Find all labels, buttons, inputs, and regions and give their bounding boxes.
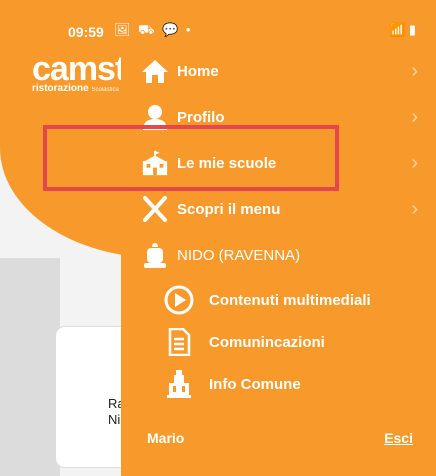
- person-icon: [141, 103, 169, 131]
- status-bar: 09:59 🖼 ⛟ 💬 • 📶 ▮: [0, 0, 436, 44]
- drawer-item-label: Profilo: [177, 108, 225, 126]
- background-panel: [0, 258, 60, 476]
- town-hall-icon: [164, 369, 194, 399]
- drawer-item-label: Scopri il menu: [177, 200, 281, 218]
- notification-icons: 🖼 ⛟ 💬 •: [114, 22, 193, 37]
- navigation-drawer: Home › Profilo › Le mie scuole › Scopri …: [121, 44, 436, 476]
- logo-sub-text: ristorazione: [32, 83, 89, 94]
- logo-sub-small: Scolastica: [91, 87, 119, 93]
- camst-logo-sub: ristorazione Scolastica: [32, 83, 119, 94]
- sub-item-contenuti-multimediali[interactable]: Contenuti multimediali: [121, 280, 436, 320]
- drawer-item-label: Le mie scuole: [177, 154, 277, 172]
- school-icon: [141, 149, 169, 177]
- sub-item-label: Info Comune: [209, 375, 301, 393]
- school-label: NIDO (RAVENNA): [177, 246, 301, 264]
- sub-item-comunicazioni[interactable]: Comunincazioni: [121, 322, 436, 362]
- drawer-item-profilo[interactable]: Profilo ›: [121, 94, 436, 140]
- status-time: 09:59: [68, 24, 104, 40]
- logout-link[interactable]: Esci: [384, 430, 413, 446]
- drawer-item-label: Home: [177, 62, 219, 80]
- chevron-right-icon: ›: [411, 59, 418, 82]
- sub-item-info-comune[interactable]: Info Comune: [121, 364, 436, 404]
- drawer-school-nido[interactable]: NIDO (RAVENNA): [121, 232, 436, 278]
- drawer-item-le-mie-scuole[interactable]: Le mie scuole ›: [121, 140, 436, 186]
- drawer-item-home[interactable]: Home ›: [121, 48, 436, 94]
- chevron-right-icon: ›: [411, 105, 418, 128]
- cutlery-icon: [141, 195, 169, 223]
- school-bag-icon: [141, 241, 169, 269]
- chevron-right-icon: ›: [411, 197, 418, 220]
- chevron-right-icon: ›: [411, 151, 418, 174]
- play-icon: [164, 285, 194, 315]
- document-icon: [164, 327, 194, 357]
- user-name: Mario: [147, 430, 185, 446]
- drawer-item-scopri-il-menu[interactable]: Scopri il menu ›: [121, 186, 436, 232]
- home-icon: [141, 57, 169, 85]
- sub-item-label: Comunincazioni: [209, 333, 325, 351]
- sub-item-label: Contenuti multimediali: [209, 291, 371, 309]
- signal-battery-icons: 📶 ▮: [389, 22, 416, 37]
